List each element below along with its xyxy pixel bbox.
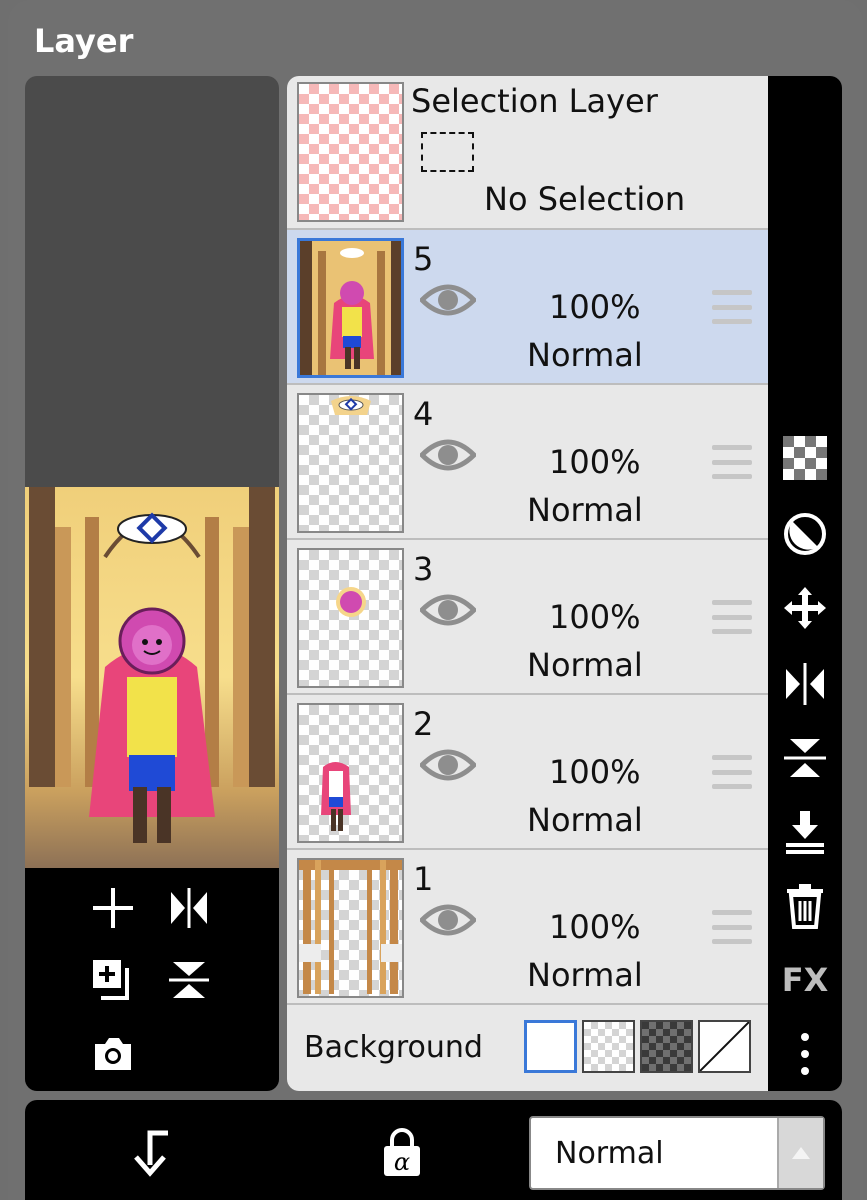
add-icon[interactable] bbox=[83, 878, 143, 938]
layer-number: 1 bbox=[413, 860, 434, 898]
transparency-icon[interactable] bbox=[779, 432, 831, 484]
layer-blend-mode: Normal bbox=[527, 491, 643, 529]
background-none-swatch[interactable] bbox=[698, 1020, 751, 1073]
panel-title: Layer bbox=[34, 22, 134, 60]
layer-blend-mode: Normal bbox=[527, 336, 643, 374]
layer-row-4[interactable]: 4 100% Normal bbox=[287, 385, 768, 540]
drag-handle-icon[interactable] bbox=[712, 445, 752, 479]
bottom-toolbar: α Normal bbox=[25, 1100, 842, 1200]
background-transparent-light-swatch[interactable] bbox=[582, 1020, 635, 1073]
preview-image[interactable] bbox=[25, 487, 279, 868]
layer-list: Selection Layer No Selection 5 100% Norm… bbox=[287, 76, 768, 1091]
layer-thumbnail bbox=[297, 393, 404, 533]
flip-horizontal-icon[interactable] bbox=[779, 658, 831, 710]
background-row: Background bbox=[287, 1006, 768, 1091]
layer-blend-mode: Normal bbox=[527, 801, 643, 839]
blend-mode-value: Normal bbox=[555, 1136, 664, 1171]
visibility-eye-icon[interactable] bbox=[418, 745, 478, 785]
layer-row-2[interactable]: 2 100% Normal bbox=[287, 695, 768, 850]
drag-handle-icon[interactable] bbox=[712, 600, 752, 634]
flip-vertical-icon[interactable] bbox=[779, 732, 831, 784]
layer-row-1[interactable]: 1 100% Normal bbox=[287, 850, 768, 1005]
layer-number: 4 bbox=[413, 395, 434, 433]
layer-opacity: 100% bbox=[549, 598, 641, 636]
layer-opacity: 100% bbox=[549, 288, 641, 326]
selection-layer-row[interactable]: Selection Layer No Selection bbox=[287, 76, 768, 230]
canvas-preview bbox=[25, 76, 279, 1091]
drag-handle-icon[interactable] bbox=[712, 910, 752, 944]
merge-down-icon[interactable] bbox=[779, 806, 831, 858]
move-icon[interactable] bbox=[779, 582, 831, 634]
visibility-eye-icon[interactable] bbox=[418, 590, 478, 630]
visibility-eye-icon[interactable] bbox=[418, 900, 478, 940]
duplicate-icon[interactable] bbox=[83, 950, 143, 1010]
preview-toolbar bbox=[25, 868, 279, 1091]
layer-opacity: 100% bbox=[549, 753, 641, 791]
trash-icon[interactable] bbox=[779, 880, 831, 932]
layer-opacity: 100% bbox=[549, 443, 641, 481]
background-label: Background bbox=[304, 1030, 483, 1065]
layer-row-5[interactable]: 5 100% Normal bbox=[287, 230, 768, 385]
camera-icon[interactable] bbox=[83, 1024, 143, 1084]
layer-thumbnail bbox=[297, 703, 404, 843]
layer-thumbnail bbox=[297, 238, 404, 378]
selection-marquee-icon bbox=[421, 132, 474, 172]
alpha-lock-icon[interactable]: α bbox=[375, 1126, 429, 1180]
visibility-eye-icon[interactable] bbox=[418, 280, 478, 320]
flip-horizontal-icon[interactable] bbox=[159, 878, 219, 938]
more-vertical-icon[interactable] bbox=[779, 1028, 831, 1080]
background-white-swatch[interactable] bbox=[524, 1020, 577, 1073]
layer-blend-mode: Normal bbox=[527, 956, 643, 994]
blend-mode-select[interactable]: Normal bbox=[529, 1116, 825, 1190]
selection-layer-title: Selection Layer bbox=[411, 82, 658, 120]
layer-number: 5 bbox=[413, 240, 434, 278]
drag-handle-icon[interactable] bbox=[712, 290, 752, 324]
right-toolbar: FX bbox=[768, 76, 842, 1091]
selection-layer-thumbnail bbox=[297, 82, 404, 222]
visibility-eye-icon[interactable] bbox=[418, 435, 478, 475]
contrast-icon[interactable] bbox=[779, 508, 831, 560]
layer-number: 3 bbox=[413, 550, 434, 588]
layer-row-3[interactable]: 3 100% Normal bbox=[287, 540, 768, 695]
fx-icon[interactable]: FX bbox=[779, 954, 831, 1006]
layer-blend-mode: Normal bbox=[527, 646, 643, 684]
layer-thumbnail bbox=[297, 548, 404, 688]
drag-handle-icon[interactable] bbox=[712, 755, 752, 789]
layer-opacity: 100% bbox=[549, 908, 641, 946]
svg-text:α: α bbox=[394, 1148, 410, 1176]
selection-state: No Selection bbox=[484, 180, 686, 218]
background-transparent-dark-swatch[interactable] bbox=[640, 1020, 693, 1073]
layer-thumbnail bbox=[297, 858, 404, 998]
chevron-up-icon[interactable] bbox=[777, 1118, 823, 1188]
clipping-icon[interactable] bbox=[123, 1126, 177, 1180]
layer-number: 2 bbox=[413, 705, 434, 743]
flip-vertical-icon[interactable] bbox=[159, 950, 219, 1010]
